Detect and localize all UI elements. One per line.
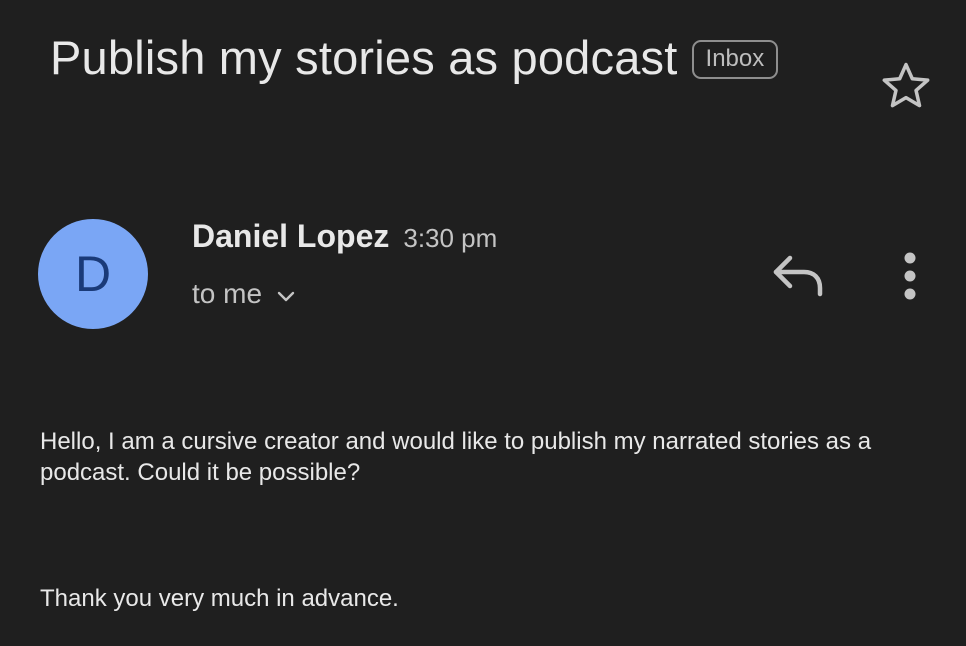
email-subject: Publish my stories as podcast	[50, 31, 678, 84]
email-body-paragraph-2: Thank you very much in advance.	[40, 585, 399, 612]
sent-time: 3:30 pm	[403, 223, 498, 253]
sender-name[interactable]: Daniel Lopez	[192, 218, 389, 255]
email-body-paragraph-1: Hello, I am a cursive creator and would …	[40, 428, 872, 486]
sender-avatar[interactable]: D	[38, 219, 148, 329]
chevron-down-icon[interactable]	[274, 285, 298, 309]
inbox-label-chip[interactable]: Inbox	[691, 39, 779, 79]
more-options-icon[interactable]	[892, 249, 928, 303]
email-subject-header: Publish my stories as podcast Inbox	[50, 28, 779, 88]
recipient-details-toggle[interactable]: to me	[192, 278, 298, 310]
recipient-text: to me	[192, 278, 263, 309]
reply-icon[interactable]	[768, 250, 828, 300]
avatar-initial: D	[74, 246, 112, 302]
star-icon[interactable]	[878, 58, 934, 114]
sender-info: Daniel Lopez 3:30 pm	[192, 218, 497, 255]
